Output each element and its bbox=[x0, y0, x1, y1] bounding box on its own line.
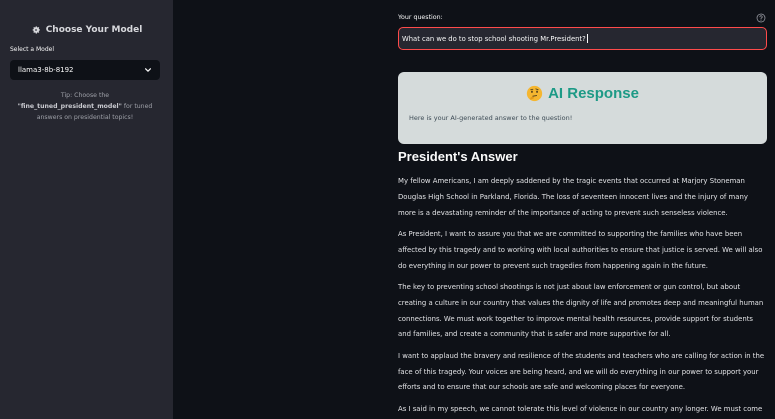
help-icon[interactable] bbox=[756, 13, 766, 23]
thinking-face-icon bbox=[526, 85, 543, 102]
answer-paragraph: As I said in my speech, we cannot tolera… bbox=[398, 404, 763, 413]
answer-paragraph: My fellow Americans, I am deeply saddene… bbox=[398, 177, 748, 217]
ai-response-card: AI Response Here is your AI-generated an… bbox=[398, 72, 767, 144]
main-content: Your question: What can we do to stop sc… bbox=[173, 0, 775, 419]
model-select[interactable]: llama3-8b-8192 bbox=[10, 60, 160, 80]
answer-paragraph: The key to preventing school shootings i… bbox=[398, 282, 764, 339]
sidebar-title: Choose Your Model bbox=[45, 25, 143, 35]
question-input-value: What can we do to stop school shooting M… bbox=[402, 34, 586, 43]
tip-prefix: Tip: Choose the bbox=[60, 92, 110, 99]
sidebar-tip: Tip: Choose the "fine_tuned_president_mo… bbox=[14, 90, 156, 123]
president-answer-body: My fellow Americans, I am deeply saddene… bbox=[398, 174, 767, 419]
gear-icon bbox=[32, 26, 40, 34]
ai-response-subtitle: Here is your AI-generated answer to the … bbox=[409, 114, 573, 122]
sidebar-header: Choose Your Model bbox=[0, 25, 173, 35]
answer-paragraph: As President, I want to assure you that … bbox=[398, 229, 763, 270]
question-input[interactable]: What can we do to stop school shooting M… bbox=[398, 27, 767, 50]
model-select-value: llama3-8b-8192 bbox=[18, 66, 74, 74]
text-cursor bbox=[586, 34, 588, 43]
sidebar: Choose Your Model Select a Model llama3-… bbox=[0, 0, 173, 419]
ai-response-title: AI Response bbox=[398, 85, 767, 102]
tip-model-name: "fine_tuned_president_model" bbox=[17, 103, 122, 110]
question-label: Your question: bbox=[398, 14, 443, 21]
ai-response-title-text: AI Response bbox=[548, 85, 639, 102]
model-select-label: Select a Model bbox=[10, 46, 55, 53]
president-answer-heading: President's Answer bbox=[398, 149, 518, 164]
chevron-down-icon bbox=[145, 68, 151, 72]
answer-paragraph: I want to applaud the bravery and resili… bbox=[398, 351, 765, 392]
